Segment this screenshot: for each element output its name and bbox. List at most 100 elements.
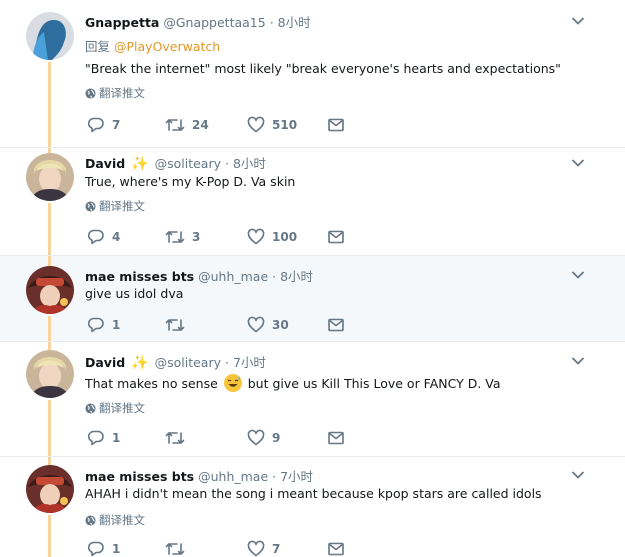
envelope-icon (328, 118, 344, 132)
tweet-3[interactable]: mae misses bts @uhh_mae · 8小时 give us id… (0, 256, 625, 341)
timestamp[interactable]: 8小时 (280, 269, 313, 284)
display-name[interactable]: mae misses bts (85, 469, 194, 484)
like-count: 30 (272, 318, 289, 332)
thread-line (48, 203, 51, 255)
tweet-actions: 1 9 (87, 428, 357, 448)
direct-message-button[interactable] (327, 227, 345, 247)
translate-link[interactable]: 翻译推文 (85, 512, 145, 528)
avatar[interactable] (26, 465, 74, 513)
thread-line (48, 400, 51, 456)
direct-message-button[interactable] (327, 115, 345, 135)
reply-icon (87, 229, 104, 245)
chevron-down-icon[interactable] (571, 470, 585, 480)
thread-line (48, 62, 51, 147)
display-name[interactable]: David (85, 156, 125, 171)
tweet-actions: 4 3 100 (87, 227, 357, 247)
reply-context: 回复 @PlayOverwatch (85, 36, 220, 55)
retweet-button[interactable]: 3 (165, 227, 200, 247)
tweet-1[interactable]: Gnappetta @Gnappettaa15 · 8小时 回复 @PlayOv… (0, 0, 625, 147)
direct-message-button[interactable] (327, 539, 345, 557)
avatar[interactable] (26, 12, 74, 60)
tweet-header: David ✨ @soliteary · 7小时 (85, 352, 266, 371)
reply-button[interactable]: 7 (87, 115, 120, 135)
retweet-icon (165, 119, 185, 131)
chevron-down-icon[interactable] (571, 270, 585, 280)
retweet-count: 3 (192, 230, 201, 244)
thread-line (48, 342, 51, 350)
globe-icon (85, 402, 96, 414)
like-button[interactable]: 9 (247, 428, 280, 448)
retweet-button[interactable] (165, 539, 192, 557)
tweet-4[interactable]: David ✨ @soliteary · 7小时 That makes no s… (0, 342, 625, 456)
user-handle[interactable]: @soliteary (155, 355, 221, 370)
timestamp[interactable]: 7小时 (280, 469, 313, 484)
heart-icon (247, 316, 265, 333)
reply-icon (87, 117, 104, 133)
reply-button[interactable]: 1 (87, 539, 120, 557)
reply-count: 1 (112, 318, 121, 332)
thread-line (48, 515, 51, 557)
translate-label: 翻译推文 (99, 86, 145, 100)
translate-link[interactable]: 翻译推文 (85, 85, 145, 101)
like-button[interactable]: 510 (247, 115, 297, 135)
thread-line (48, 457, 51, 465)
timestamp[interactable]: 8小时 (233, 156, 266, 171)
retweet-button[interactable] (165, 315, 192, 335)
chevron-down-icon[interactable] (571, 356, 585, 366)
thread-line (48, 256, 51, 266)
translate-link[interactable]: 翻译推文 (85, 198, 145, 214)
globe-icon (85, 200, 96, 212)
tweet-2[interactable]: David ✨ @soliteary · 8小时 True, where's m… (0, 148, 625, 255)
timestamp[interactable]: 7小时 (233, 355, 266, 370)
direct-message-button[interactable] (327, 315, 345, 335)
envelope-icon (328, 431, 344, 445)
tweet-header: mae misses bts @uhh_mae · 7小时 (85, 466, 313, 485)
tweet-text: That makes no sense but give us Kill Thi… (85, 374, 501, 392)
retweet-count: 24 (192, 118, 209, 132)
display-name[interactable]: mae misses bts (85, 269, 194, 284)
like-button[interactable]: 30 (247, 315, 289, 335)
like-button[interactable]: 100 (247, 227, 297, 247)
thread-line (48, 316, 51, 341)
reply-prefix: 回复 (85, 39, 111, 54)
like-count: 7 (272, 542, 281, 556)
reply-icon (87, 317, 104, 333)
like-count: 9 (272, 431, 281, 445)
avatar[interactable] (26, 266, 74, 314)
like-button[interactable]: 7 (247, 539, 280, 557)
avatar[interactable] (26, 350, 74, 398)
user-handle[interactable]: @Gnappettaa15 (163, 15, 265, 30)
direct-message-button[interactable] (327, 428, 345, 448)
chevron-down-icon[interactable] (571, 158, 585, 168)
display-name[interactable]: David (85, 355, 125, 370)
tweet-5[interactable]: mae misses bts @uhh_mae · 7小时 AHAH i did… (0, 457, 625, 557)
retweet-button[interactable] (165, 428, 192, 448)
timestamp[interactable]: 8小时 (278, 15, 311, 30)
globe-icon (85, 514, 96, 526)
display-name[interactable]: Gnappetta (85, 15, 159, 30)
envelope-icon (328, 542, 344, 556)
reply-icon (87, 541, 104, 557)
translate-link[interactable]: 翻译推文 (85, 400, 145, 416)
tweet-text-part: but give us Kill This Love or FANCY D. V… (247, 376, 501, 391)
mention-link[interactable]: @PlayOverwatch (114, 39, 220, 54)
retweet-icon (165, 543, 185, 555)
reply-button[interactable]: 1 (87, 315, 120, 335)
avatar[interactable] (26, 153, 74, 201)
separator: · (272, 269, 277, 284)
user-handle[interactable]: @uhh_mae (198, 269, 268, 284)
user-handle[interactable]: @soliteary (155, 156, 221, 171)
tweet-text: give us idol dva (85, 286, 184, 301)
chevron-down-icon[interactable] (571, 16, 585, 26)
translate-label: 翻译推文 (99, 401, 145, 415)
retweet-icon (165, 319, 185, 331)
reply-button[interactable]: 4 (87, 227, 120, 247)
retweet-button[interactable]: 24 (165, 115, 209, 135)
translate-label: 翻译推文 (99, 513, 145, 527)
reply-button[interactable]: 1 (87, 428, 120, 448)
user-handle[interactable]: @uhh_mae (198, 469, 268, 484)
tweet-header: Gnappetta @Gnappettaa15 · 8小时 (85, 12, 311, 31)
tweet-actions: 1 7 (87, 539, 357, 557)
tweet-text: AHAH i didn't mean the song i meant beca… (85, 486, 542, 501)
separator: · (272, 469, 277, 484)
